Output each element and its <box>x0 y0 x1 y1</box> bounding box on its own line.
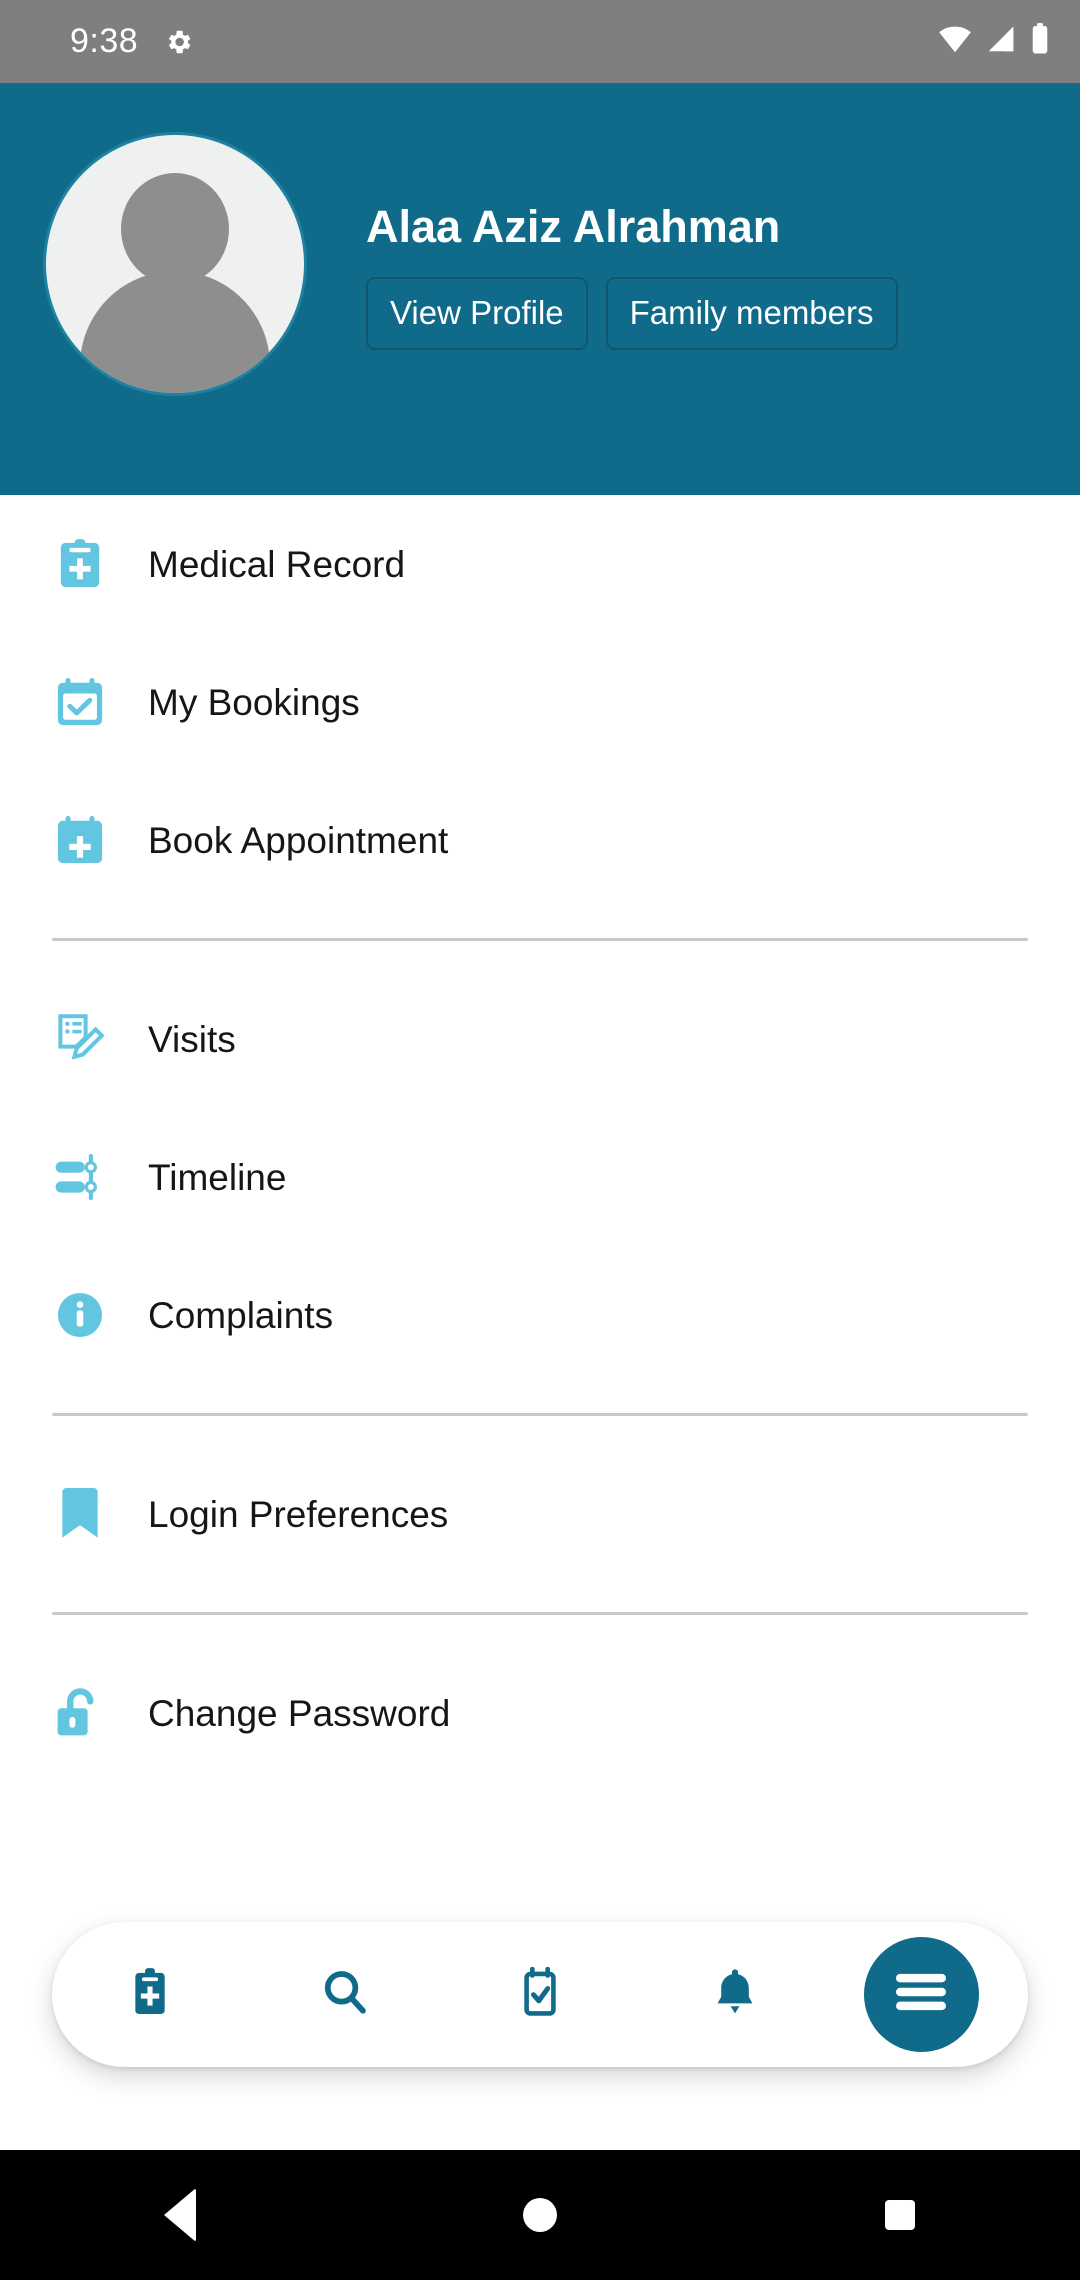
bell-icon <box>713 1967 757 2022</box>
info-circle-icon <box>52 1292 108 1338</box>
android-recents-button[interactable] <box>810 2150 990 2280</box>
avatar[interactable] <box>46 135 304 393</box>
menu-divider <box>52 1413 1028 1416</box>
nav-bookings[interactable] <box>442 1922 637 2067</box>
status-bar: 9:38 <box>0 0 1080 83</box>
menu-item-complaints[interactable]: Complaints <box>0 1246 1080 1384</box>
menu-item-medical-record[interactable]: Medical Record <box>0 495 1080 633</box>
back-triangle-icon <box>164 2188 196 2242</box>
menu-item-label: Timeline <box>148 1156 287 1198</box>
status-bar-indicators <box>938 23 1050 60</box>
menu-divider <box>52 938 1028 941</box>
menu-item-label: Visits <box>148 1018 236 1060</box>
avatar-body <box>80 271 270 393</box>
menu-item-change-password[interactable]: Change Password <box>0 1644 1080 1782</box>
nav-menu[interactable] <box>833 1922 1028 2067</box>
menu-item-visits[interactable]: Visits <box>0 970 1080 1108</box>
note-pencil-icon <box>52 1013 108 1065</box>
hamburger-menu-fab[interactable] <box>863 1937 979 2052</box>
app-screen: 9:38 Alaa Aziz Alrahman View Profile Fam… <box>0 0 1080 2280</box>
menu-item-timeline[interactable]: Timeline <box>0 1108 1080 1246</box>
home-circle-icon <box>523 2198 557 2232</box>
timeline-sliders-icon <box>52 1153 108 1201</box>
menu-item-login-preferences[interactable]: Login Preferences <box>0 1445 1080 1583</box>
menu-item-label: Login Preferences <box>148 1493 449 1535</box>
view-profile-button[interactable]: View Profile <box>366 277 588 351</box>
calendar-check-icon <box>52 677 108 727</box>
clipboard-plus-icon <box>128 1967 172 2022</box>
battery-icon <box>1030 23 1050 60</box>
profile-header: Alaa Aziz Alrahman View Profile Family m… <box>0 83 1080 495</box>
nav-medical-record[interactable] <box>52 1922 247 2067</box>
profile-actions: View Profile Family members <box>366 277 986 351</box>
menu-item-label: Change Password <box>148 1692 451 1734</box>
wifi-icon <box>938 25 972 58</box>
bottom-navigation-bar <box>52 1922 1028 2067</box>
calendar-plus-icon <box>52 815 108 865</box>
menu-item-book-appointment[interactable]: Book Appointment <box>0 771 1080 909</box>
page-title: Alaa Aziz Alrahman <box>366 201 781 252</box>
main-menu: Medical Record My Bookings Book Appointm… <box>0 495 1080 1782</box>
menu-item-label: My Bookings <box>148 681 360 723</box>
menu-divider <box>52 1612 1028 1615</box>
search-icon <box>322 1969 368 2020</box>
android-home-button[interactable] <box>450 2150 630 2280</box>
menu-item-label: Book Appointment <box>148 819 449 861</box>
menu-item-label: Complaints <box>148 1294 334 1336</box>
android-back-button[interactable] <box>90 2150 270 2280</box>
nav-search[interactable] <box>247 1922 442 2067</box>
gear-icon <box>164 27 194 57</box>
hamburger-menu-icon <box>896 1972 947 2017</box>
avatar-head <box>121 173 229 285</box>
recents-square-icon <box>885 2200 915 2230</box>
menu-item-label: Medical Record <box>148 543 406 585</box>
calendar-check-icon <box>517 1966 563 2022</box>
android-navigation-bar <box>0 2150 1080 2280</box>
unlock-icon <box>52 1687 108 1739</box>
status-bar-clock: 9:38 <box>70 22 139 60</box>
profile-details: Alaa Aziz Alrahman View Profile Family m… <box>366 201 986 351</box>
bookmark-icon <box>52 1487 108 1541</box>
menu-item-my-bookings[interactable]: My Bookings <box>0 633 1080 771</box>
nav-notifications[interactable] <box>638 1922 833 2067</box>
family-members-button[interactable]: Family members <box>605 277 898 351</box>
cellular-signal-icon <box>986 25 1016 58</box>
clipboard-plus-icon <box>52 538 108 590</box>
